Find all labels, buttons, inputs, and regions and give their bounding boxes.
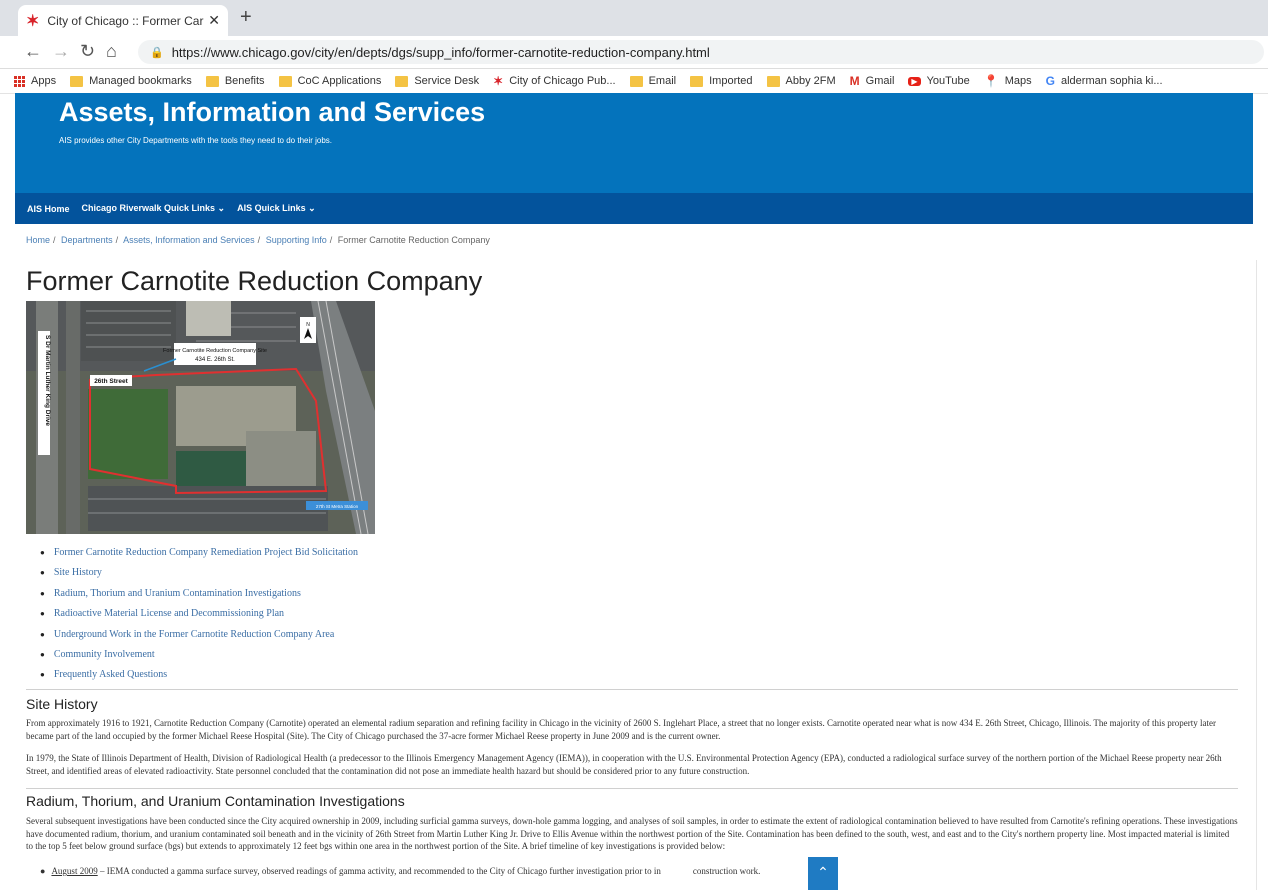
nav-ais-home[interactable]: AIS Home: [27, 204, 70, 214]
address-bar: ← → ↻ ⌂ 🔒 https://www.chicago.gov/city/e…: [0, 36, 1268, 69]
lock-icon: 🔒: [150, 46, 164, 59]
reload-icon[interactable]: ↻: [80, 41, 95, 62]
breadcrumb-supporting-info[interactable]: Supporting Info: [266, 235, 327, 245]
site-header: Assets, Information and Services AIS pro…: [15, 93, 1253, 193]
new-tab-icon[interactable]: +: [240, 6, 252, 29]
site-history-heading: Site History: [26, 696, 98, 712]
nav-ais-quick-links[interactable]: AIS Quick Links ⌄: [237, 203, 316, 214]
tab-title: City of Chicago :: Former Carnoti: [47, 13, 204, 28]
url-field[interactable]: 🔒 https://www.chicago.gov/city/en/depts/…: [138, 40, 1264, 64]
folder-icon: [278, 75, 292, 87]
back-icon[interactable]: ←: [24, 41, 42, 62]
bookmark-email[interactable]: Email: [629, 75, 676, 87]
chicago-star-icon: ✶: [493, 74, 504, 88]
browser-tab-bar: ✶ City of Chicago :: Former Carnoti ✕ +: [0, 0, 1268, 36]
list-item: ● Underground Work in the Former Carnotit…: [40, 628, 335, 641]
bookmark-coc-applications[interactable]: CoC Applications: [278, 75, 381, 87]
folder-icon: [766, 75, 780, 87]
map-26th-street-label: 26th Street: [94, 378, 128, 385]
list-item: ● Radioactive Material License and Decomm…: [40, 608, 285, 620]
site-history-paragraph-2: In 1979, the State of Illinois Departmen…: [26, 753, 1222, 776]
section-divider: [26, 788, 1238, 789]
chicago-star-icon: ✶: [26, 12, 40, 30]
list-item: ● Frequently Asked Questions: [40, 669, 168, 681]
link-site-history[interactable]: Site History: [54, 567, 102, 579]
bookmark-gmail[interactable]: M Gmail: [850, 74, 895, 88]
breadcrumb: Home / Departments / Assets, Information a…: [26, 235, 490, 245]
right-edge-rule: [1256, 260, 1268, 890]
folder-icon: [205, 75, 219, 87]
timeline-date-link[interactable]: August 2009: [51, 866, 97, 876]
link-contamination-investigations[interactable]: Radium, Thorium and Uranium Contaminatio…: [54, 588, 301, 600]
breadcrumb-home[interactable]: Home: [26, 235, 50, 245]
bookmark-google-search[interactable]: Galderman sophia ki...: [1046, 74, 1163, 88]
site-history-paragraph-1: From approximately 1916 to 1921, Carnoti…: [26, 718, 1217, 741]
chevron-up-icon: ⌃: [817, 864, 829, 880]
gmail-icon: M: [849, 74, 860, 88]
breadcrumb-departments[interactable]: Departments: [61, 235, 113, 245]
bookmark-apps[interactable]: Apps: [14, 75, 56, 87]
folder-icon: [690, 75, 704, 87]
bookmark-abby-2fm[interactable]: Abby 2FM: [766, 75, 836, 87]
section-divider: [26, 689, 1238, 690]
folder-icon: [70, 75, 84, 87]
map-site-address: 434 E. 26th St.: [195, 357, 235, 363]
list-item: ● Radium, Thorium and Uranium Contaminati…: [40, 587, 301, 600]
bookmarks-bar: Apps Managed bookmarks Benefits CoC Appl…: [0, 69, 1268, 94]
forward-icon[interactable]: →: [52, 41, 70, 62]
site-aerial-map: Former Carnotite Reduction Company Site …: [26, 301, 375, 534]
investigations-heading: Radium, Thorium, and Uranium Contaminati…: [26, 793, 405, 809]
site-nav: AIS Home Chicago Riverwalk Quick Links ⌄…: [15, 193, 1253, 224]
link-community-involvement[interactable]: Community Involvement: [54, 649, 155, 661]
breadcrumb-current: Former Carnotite Reduction Company: [337, 235, 490, 245]
nav-riverwalk-quick-links[interactable]: Chicago Riverwalk Quick Links ⌄: [82, 203, 226, 214]
investigations-paragraph: Several subsequent investigations have b…: [26, 816, 1238, 851]
map-site-label: Former Carnotite Reduction Company Site: [163, 348, 267, 354]
link-license-decommissioning[interactable]: Radioactive Material License and Decommi…: [54, 608, 284, 620]
timeline-text-end: construction work.: [692, 866, 761, 876]
list-item: ● Site History: [40, 567, 102, 579]
breadcrumb-ais[interactable]: Assets, Information and Services: [123, 235, 255, 245]
browser-tab[interactable]: ✶ City of Chicago :: Former Carnoti ✕: [18, 5, 228, 36]
list-item: ● Community Involvement: [40, 648, 155, 661]
folder-icon: [395, 75, 409, 87]
back-to-top-button[interactable]: ⌃: [808, 857, 838, 890]
page-links-list: ● Former Carnotite Reduction Company Reme…: [40, 547, 358, 690]
bookmark-city-of-chicago[interactable]: ✶ City of Chicago Pub...: [493, 74, 615, 88]
link-underground-work[interactable]: Underground Work in the Former Carnotite…: [54, 629, 334, 641]
url-text: https://www.chicago.gov/city/en/depts/dg…: [171, 44, 710, 60]
site-title[interactable]: Assets, Information and Services: [59, 97, 485, 128]
bookmark-imported[interactable]: Imported: [690, 75, 753, 87]
apps-grid-icon: [14, 75, 25, 87]
list-item: ● Former Carnotite Reduction Company Reme…: [40, 547, 358, 559]
close-tab-icon[interactable]: ✕: [208, 12, 220, 29]
aerial-map-graphic: Former Carnotite Reduction Company Site …: [26, 301, 375, 534]
map-north-label: N: [306, 322, 310, 328]
youtube-icon: ▶: [908, 76, 921, 86]
bookmark-benefits[interactable]: Benefits: [205, 75, 265, 87]
site-subtitle: AIS provides other City Departments with…: [59, 136, 333, 145]
link-bid-solicitation[interactable]: Former Carnotite Reduction Company Remed…: [54, 547, 358, 559]
link-faq[interactable]: Frequently Asked Questions: [54, 669, 167, 681]
google-icon: G: [1045, 74, 1055, 88]
bookmark-managed[interactable]: Managed bookmarks: [70, 75, 192, 87]
map-mlk-drive-label: S Dr Martin Luther King Drive: [44, 335, 51, 426]
bookmark-service-desk[interactable]: Service Desk: [395, 75, 479, 87]
bookmark-maps[interactable]: 📍 Maps: [984, 74, 1032, 88]
home-icon[interactable]: ⌂: [106, 41, 117, 62]
maps-pin-icon: 📍: [983, 74, 999, 88]
timeline-item: ● August 2009 – IEMA conducted a gamma su…: [40, 866, 761, 876]
map-metra-station-label: 27th St Metra Station: [316, 504, 359, 509]
folder-icon: [629, 75, 643, 87]
page-title: Former Carnotite Reduction Company: [26, 266, 483, 296]
bookmark-youtube[interactable]: ▶ YouTube: [908, 75, 970, 87]
timeline-text: – IEMA conducted a gamma surface survey,…: [97, 866, 661, 876]
